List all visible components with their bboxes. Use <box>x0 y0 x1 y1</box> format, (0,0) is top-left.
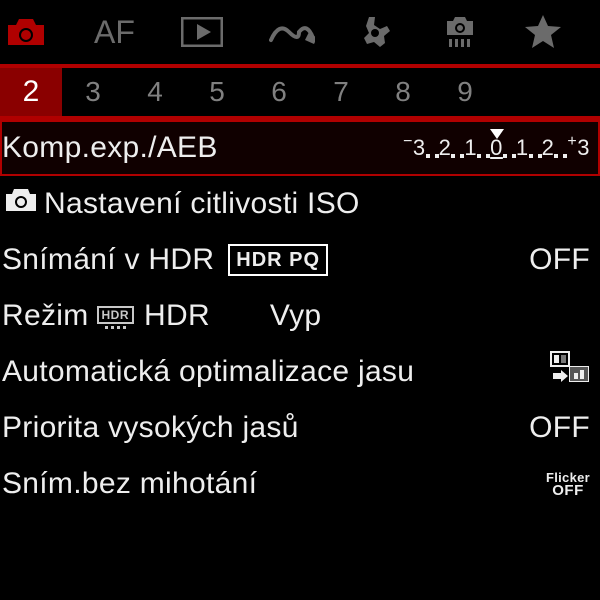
row-exposure-comp-aeb[interactable]: Komp.exp./AEB − 3 2 1 0 1 2 + 3 <box>0 120 600 176</box>
tab-shoot[interactable] <box>4 0 48 64</box>
flicker-badge: Flicker OFF <box>546 471 590 497</box>
page-4[interactable]: 4 <box>124 68 186 116</box>
page-2[interactable]: 2 <box>0 68 62 116</box>
page-7[interactable]: 7 <box>310 68 372 116</box>
tab-setup[interactable] <box>361 0 395 64</box>
row-label: Snímání v HDR HDR PQ <box>2 243 328 277</box>
page-6[interactable]: 6 <box>248 68 310 116</box>
row-value: OFF <box>529 243 590 277</box>
row-label: Nastavení citlivosti ISO <box>44 187 360 221</box>
hdr-pq-badge: HDR PQ <box>228 244 328 276</box>
page-3[interactable]: 3 <box>62 68 124 116</box>
alo-icon <box>550 351 590 393</box>
row-label: Priorita vysokých jasů <box>2 411 299 445</box>
row-hdr-mode[interactable]: Režim HDR HDR Vyp <box>0 288 600 344</box>
row-antiflicker[interactable]: Sním.bez mihotání Flicker OFF <box>0 456 600 512</box>
tab-playback[interactable] <box>181 0 223 64</box>
aeb-pointer-icon <box>490 129 504 139</box>
row-iso-settings[interactable]: Nastavení citlivosti ISO <box>0 176 600 232</box>
tab-mymenu[interactable] <box>525 0 561 64</box>
tab-custom[interactable] <box>441 0 479 64</box>
row-label: Sním.bez mihotání <box>2 467 257 501</box>
camera-icon <box>4 187 38 221</box>
row-value: OFF <box>529 411 590 445</box>
tab-network[interactable] <box>269 0 315 64</box>
menu-rows: Komp.exp./AEB − 3 2 1 0 1 2 + 3 <box>0 120 600 512</box>
row-label: Automatická optimalizace jasu <box>2 355 414 389</box>
row-auto-lighting-optimizer[interactable]: Automatická optimalizace jasu <box>0 344 600 400</box>
hdr-box-icon: HDR <box>97 306 135 329</box>
page-number-bar: 2 3 4 5 6 7 8 9 <box>0 68 600 116</box>
aeb-scale: − 3 2 1 0 1 2 + 3 <box>403 137 590 159</box>
page-5[interactable]: 5 <box>186 68 248 116</box>
tab-af[interactable]: AF <box>94 0 135 64</box>
camera-menu-screen: { "topTabs":["shoot","af","play","networ… <box>0 0 600 600</box>
page-9[interactable]: 9 <box>434 68 496 116</box>
row-label: Komp.exp./AEB <box>2 131 218 165</box>
row-value: Vyp <box>270 299 321 333</box>
top-tab-bar: AF <box>0 0 600 64</box>
row-highlight-tone-priority[interactable]: Priorita vysokých jasů OFF <box>0 400 600 456</box>
row-hdr-pq[interactable]: Snímání v HDR HDR PQ OFF <box>0 232 600 288</box>
row-label: Režim HDR HDR <box>2 299 210 333</box>
page-8[interactable]: 8 <box>372 68 434 116</box>
